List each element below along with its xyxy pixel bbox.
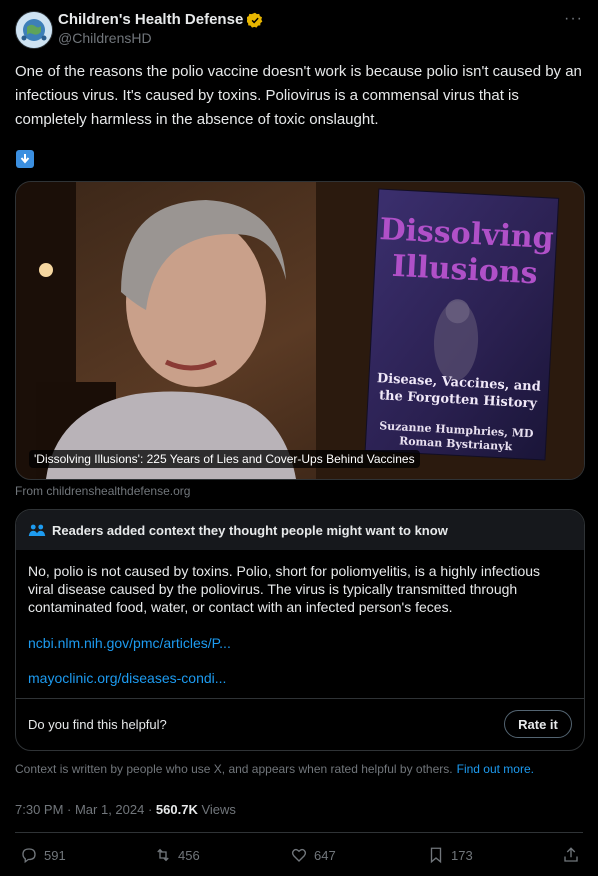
tweet-text: One of the reasons the polio vaccine doe… bbox=[15, 63, 582, 128]
note-footer-text: Context is written by people who use X, … bbox=[15, 762, 453, 776]
tweet-timestamp[interactable]: 7:30 PM · Mar 1, 2024 · bbox=[15, 802, 156, 817]
share-button[interactable] bbox=[562, 846, 580, 864]
find-out-more-link[interactable]: Find out more. bbox=[457, 762, 534, 776]
helpful-prompt: Do you find this helpful? bbox=[28, 717, 167, 732]
repost-count: 456 bbox=[178, 847, 200, 863]
heart-icon bbox=[291, 848, 307, 862]
community-note: Readers added context they thought peopl… bbox=[15, 509, 585, 751]
community-note-title: Readers added context they thought peopl… bbox=[52, 522, 448, 538]
reply-count: 591 bbox=[44, 847, 66, 863]
bookmark-icon bbox=[430, 847, 442, 864]
views-count: 560.7K bbox=[155, 802, 198, 817]
tweet-meta: 7:30 PM · Mar 1, 2024 · 560.7K Views bbox=[15, 802, 236, 817]
verified-badge-icon bbox=[247, 12, 263, 28]
divider bbox=[16, 698, 584, 699]
card-source[interactable]: From childrenshealthdefense.org bbox=[15, 484, 190, 498]
divider bbox=[15, 832, 583, 833]
video-thumbnail-image: Dissolving Illusions Disease, Vaccines, … bbox=[16, 182, 584, 479]
community-note-header: Readers added context they thought peopl… bbox=[16, 510, 584, 550]
note-footer: Context is written by people who use X, … bbox=[15, 762, 534, 776]
note-link-mayoclinic[interactable]: mayoclinic.org/diseases-condi... bbox=[28, 670, 226, 686]
bookmark-button[interactable]: 173 bbox=[427, 846, 473, 864]
like-count: 647 bbox=[314, 847, 336, 863]
reply-button[interactable]: 591 bbox=[20, 846, 66, 864]
share-icon bbox=[564, 847, 578, 862]
bookmark-count: 173 bbox=[451, 847, 473, 863]
down-arrow-emoji-icon bbox=[16, 150, 34, 168]
reply-icon bbox=[22, 848, 36, 864]
views-label: Views bbox=[197, 802, 236, 817]
like-button[interactable]: 647 bbox=[290, 846, 336, 864]
repost-icon bbox=[157, 848, 169, 862]
author-handle[interactable]: @ChildrensHD bbox=[58, 30, 152, 46]
rate-it-button[interactable]: Rate it bbox=[504, 710, 572, 738]
card-caption: 'Dissolving Illusions': 225 Years of Lie… bbox=[29, 450, 420, 468]
more-options-icon[interactable]: ··· bbox=[564, 10, 583, 28]
repost-button[interactable]: 456 bbox=[154, 846, 200, 864]
author-name-text[interactable]: Children's Health Defense bbox=[58, 11, 243, 28]
globe-children-avatar-icon bbox=[16, 12, 52, 48]
note-link-ncbi[interactable]: ncbi.nlm.nih.gov/pmc/articles/P... bbox=[28, 635, 231, 651]
author-name[interactable]: Children's Health Defense bbox=[58, 11, 263, 28]
avatar[interactable] bbox=[15, 11, 53, 49]
people-icon bbox=[28, 524, 46, 536]
community-note-body: No, polio is not caused by toxins. Polio… bbox=[28, 563, 541, 615]
link-preview-card[interactable]: Dissolving Illusions Disease, Vaccines, … bbox=[15, 181, 585, 480]
